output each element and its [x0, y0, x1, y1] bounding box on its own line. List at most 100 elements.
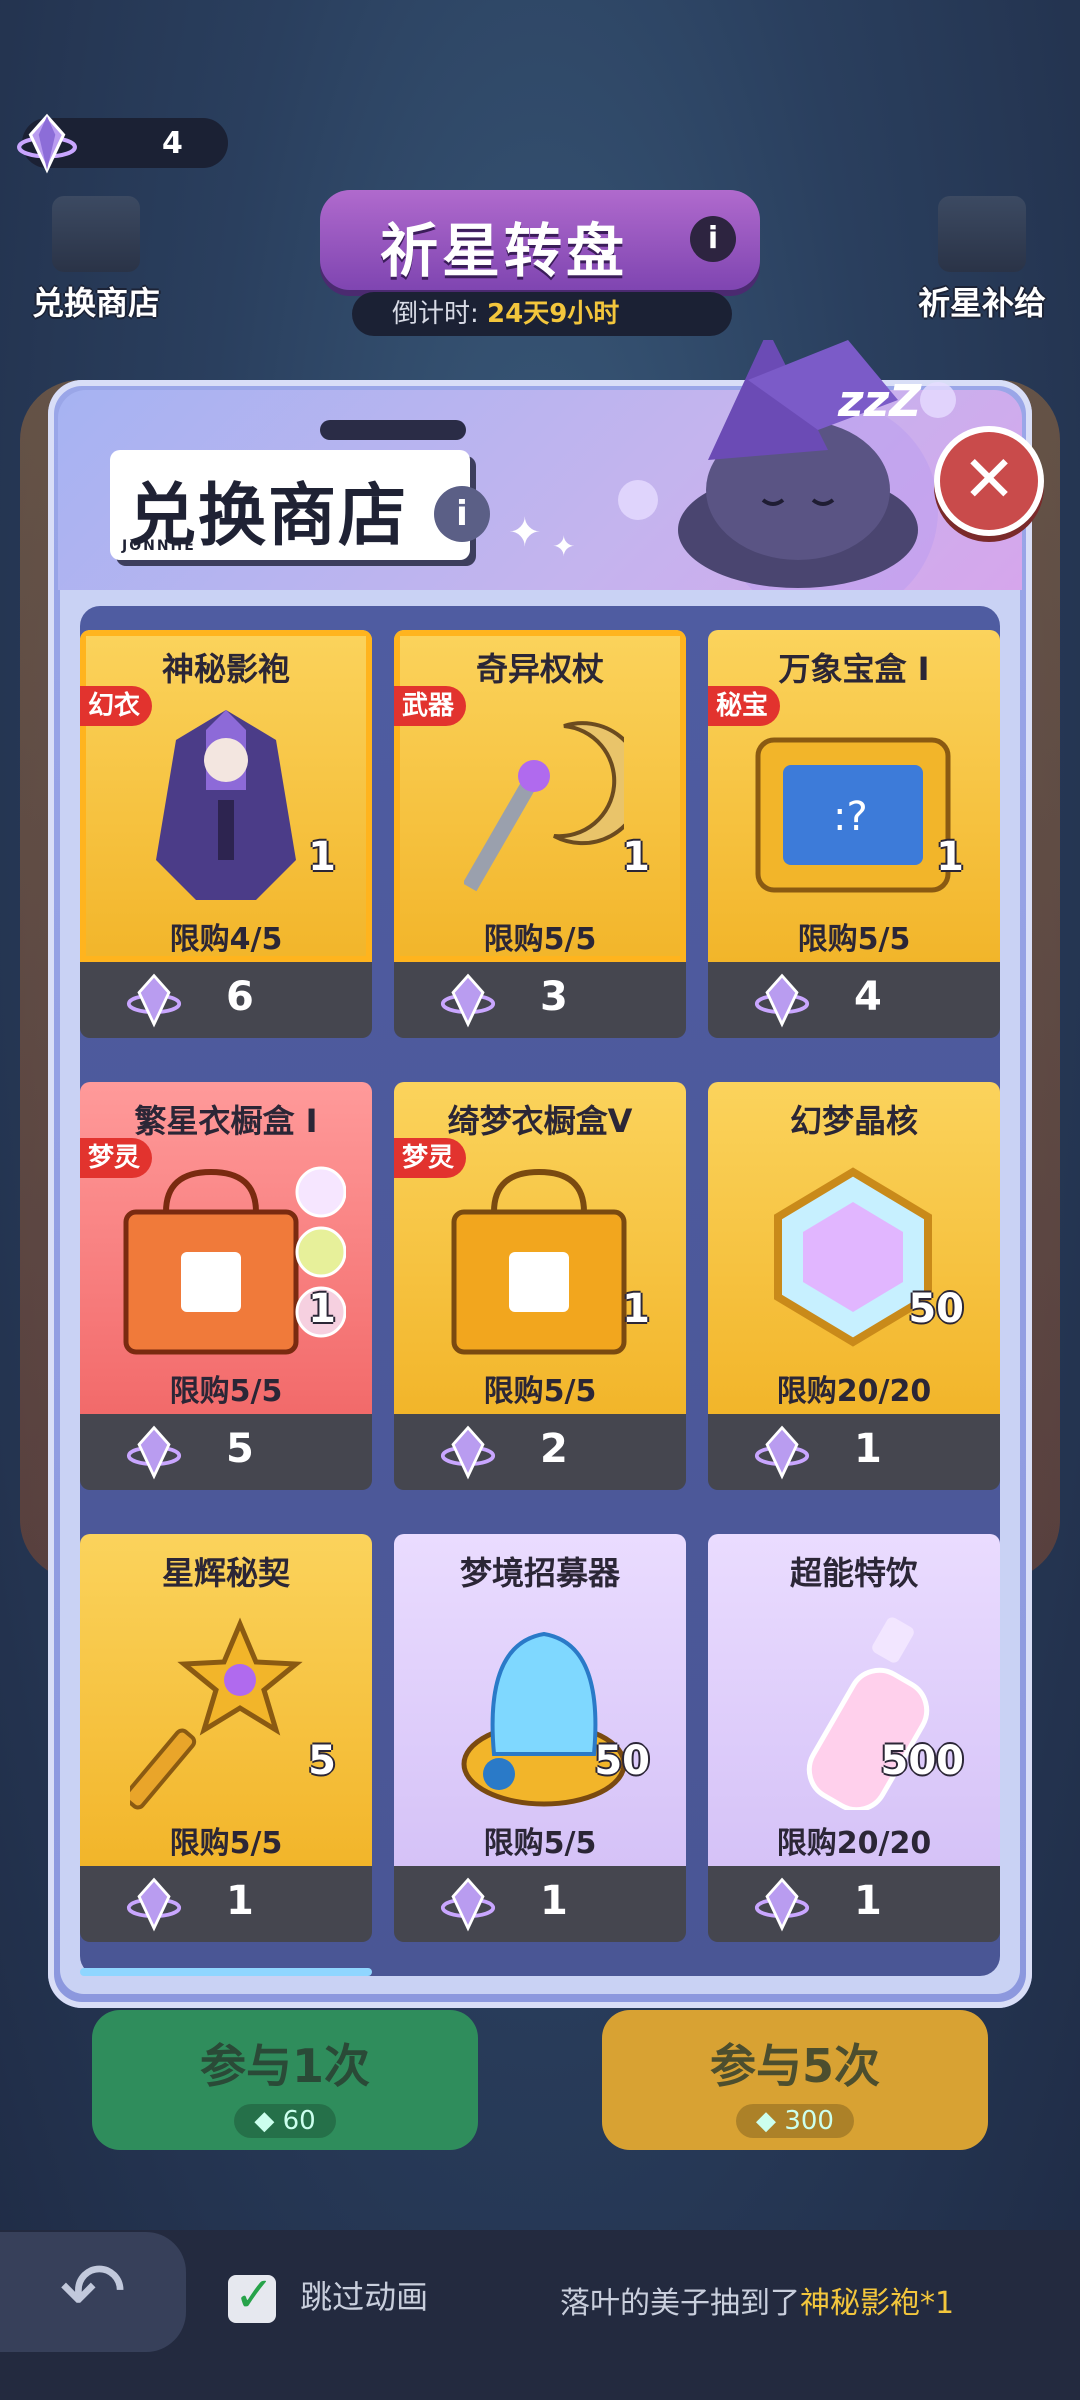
star-gem-icon	[754, 1425, 810, 1480]
item-price-bar: 6	[80, 962, 372, 1038]
skip-animation-label: 跳过动画	[300, 2278, 429, 2316]
star-gem-icon	[754, 973, 810, 1028]
item-quantity: 50	[908, 1286, 964, 1332]
back-arrow-icon: ↶	[59, 2245, 127, 2338]
currency-counter: 4	[17, 113, 228, 174]
join-five-cost-value: 300	[784, 2106, 834, 2136]
item-name: 绮梦衣橱盒V	[447, 1102, 633, 1140]
item-grid[interactable]: 神秘影袍 幻衣 1 限购4/5 6 奇异权杖 武器 1 限购5/5 3:? 万…	[80, 606, 1000, 1976]
gift-box-icon	[938, 196, 1026, 272]
shop-icon	[52, 196, 140, 272]
star-key-icon	[130, 1617, 303, 1810]
item-tag: 秘宝	[708, 686, 781, 726]
star-gem-icon	[17, 113, 77, 174]
item-limit: 限购5/5	[483, 1374, 597, 1409]
exchange-shop-label: 兑换商店	[31, 284, 160, 322]
modal-handle	[320, 420, 466, 440]
item-price: 1	[854, 1878, 882, 1924]
modal-header: 兑换商店 JONNHE i ✦ ✦ zzZ ✕	[58, 340, 1038, 610]
shop-item-card[interactable]: 绮梦衣橱盒V 梦灵 1 限购5/5 2	[394, 1082, 686, 1490]
item-price: 3	[540, 974, 568, 1020]
item-name: 梦境招募器	[459, 1554, 620, 1592]
star-gem-icon	[126, 1425, 182, 1480]
brand-logo-text: JONNHE	[122, 538, 196, 554]
recruiter-device-icon	[461, 1631, 627, 1807]
item-price-bar: 2	[394, 1414, 686, 1490]
item-grid-panel: 神秘影袍 幻衣 1 限购4/5 6 奇异权杖 武器 1 限购5/5 3:? 万…	[60, 590, 1020, 1994]
item-limit: 限购5/5	[483, 1826, 597, 1861]
skip-animation-toggle[interactable]: ✓ 跳过动画	[228, 2267, 429, 2323]
sparkle-icon: ✦	[508, 510, 542, 556]
item-quantity: 1	[622, 834, 650, 880]
item-price-bar: 1	[708, 1866, 1000, 1942]
join-once-cost-value: 60	[282, 2106, 316, 2136]
join-five-button[interactable]: 参与5次 ◆ 300	[602, 2010, 988, 2150]
shop-item-card[interactable]: 梦境招募器 50 限购5/5 1	[394, 1534, 686, 1942]
scepter-icon	[464, 721, 624, 892]
item-price-bar: 1	[708, 1414, 1000, 1490]
star-gem-icon	[754, 1877, 810, 1932]
countdown: 倒计时: 24天9小时	[352, 292, 732, 336]
item-name: 超能特饮	[789, 1554, 918, 1592]
item-name: 奇异权杖	[475, 650, 604, 688]
treasure-box-icon: :?	[755, 737, 951, 893]
sparkle-icon: ✦	[552, 530, 576, 563]
item-quantity: 5	[308, 1738, 336, 1784]
star-gem-icon	[126, 973, 182, 1028]
item-quantity: 1	[308, 834, 336, 880]
shop-item-card[interactable]: 幻梦晶核 50 限购20/20 1	[708, 1082, 1000, 1490]
shop-item-card[interactable]: 星辉秘契 5 限购5/5 1	[80, 1534, 372, 1942]
shop-item-card[interactable]: 繁星衣橱盒 I 梦灵 1 限购5/5 5	[80, 1082, 372, 1490]
ticker-suffix: *1	[920, 2286, 955, 2321]
currency-value: 4	[162, 126, 183, 161]
exchange-shop-modal: 兑换商店 JONNHE i ✦ ✦ zzZ ✕ 神秘影袍 幻衣 1 限购4/5 …	[48, 340, 1038, 2008]
close-button[interactable]: ✕	[940, 432, 1038, 530]
star-gem-icon	[440, 973, 496, 1028]
item-price-bar: 4	[708, 962, 1000, 1038]
join-once-button[interactable]: 参与1次 ◆ 60	[92, 2010, 478, 2150]
draw-ticker: 落叶的美子抽到了神秘影袍*1	[560, 2278, 954, 2322]
item-quantity: 50	[594, 1738, 650, 1784]
item-limit: 限购20/20	[776, 1374, 932, 1409]
item-price: 1	[854, 1426, 882, 1472]
item-price: 4	[854, 974, 882, 1020]
item-tag: 梦灵	[394, 1138, 467, 1178]
modal-info-button[interactable]: i	[434, 486, 490, 542]
item-limit: 限购5/5	[169, 1374, 283, 1409]
svg-text::?: :?	[833, 794, 868, 840]
item-price-bar: 1	[80, 1866, 372, 1942]
next-row-peek	[80, 1968, 372, 1976]
item-price-bar: 1	[394, 1866, 686, 1942]
ticker-item: 神秘影袍	[800, 2286, 920, 2321]
item-price: 1	[540, 1878, 568, 1924]
countdown-value: 24天9小时	[487, 299, 620, 329]
checkbox[interactable]: ✓	[228, 2267, 276, 2323]
item-tag: 武器	[394, 686, 467, 726]
item-price: 5	[226, 1426, 254, 1472]
shop-item-card[interactable]: 超能特饮 500 限购20/20 1	[708, 1534, 1000, 1942]
item-limit: 限购5/5	[797, 922, 911, 957]
checkmark-icon: ✓	[234, 2267, 275, 2323]
item-price-bar: 3	[394, 962, 686, 1038]
item-limit: 限购5/5	[169, 1826, 283, 1861]
item-tag: 幻衣	[80, 686, 153, 726]
item-quantity: 500	[880, 1738, 965, 1784]
exchange-shop-button[interactable]: 兑换商店	[16, 196, 176, 324]
supply-button[interactable]: 祈星补给	[902, 196, 1062, 324]
item-name: 神秘影袍	[161, 650, 290, 688]
countdown-prefix: 倒计时:	[392, 299, 479, 329]
shop-item-card[interactable]: 神秘影袍 幻衣 1 限购4/5 6	[80, 630, 372, 1038]
event-info-button[interactable]: i	[690, 216, 736, 262]
join-five-label: 参与5次	[709, 2039, 880, 2093]
item-quantity: 1	[308, 1286, 336, 1332]
item-quantity: 1	[936, 834, 964, 880]
star-gem-icon	[440, 1877, 496, 1932]
join-once-cost: ◆ 60	[234, 2104, 336, 2138]
item-name: 繁星衣橱盒 I	[134, 1102, 318, 1140]
item-limit: 限购5/5	[483, 922, 597, 957]
shop-item-card[interactable]: 奇异权杖 武器 1 限购5/5 3	[394, 630, 686, 1038]
item-price-bar: 5	[80, 1414, 372, 1490]
back-button[interactable]: ↶	[0, 2232, 186, 2352]
wardrobe-bag-icon	[123, 1166, 346, 1355]
shop-item-card[interactable]: :? 万象宝盒 I 秘宝 1 限购5/5 4	[708, 630, 1000, 1038]
